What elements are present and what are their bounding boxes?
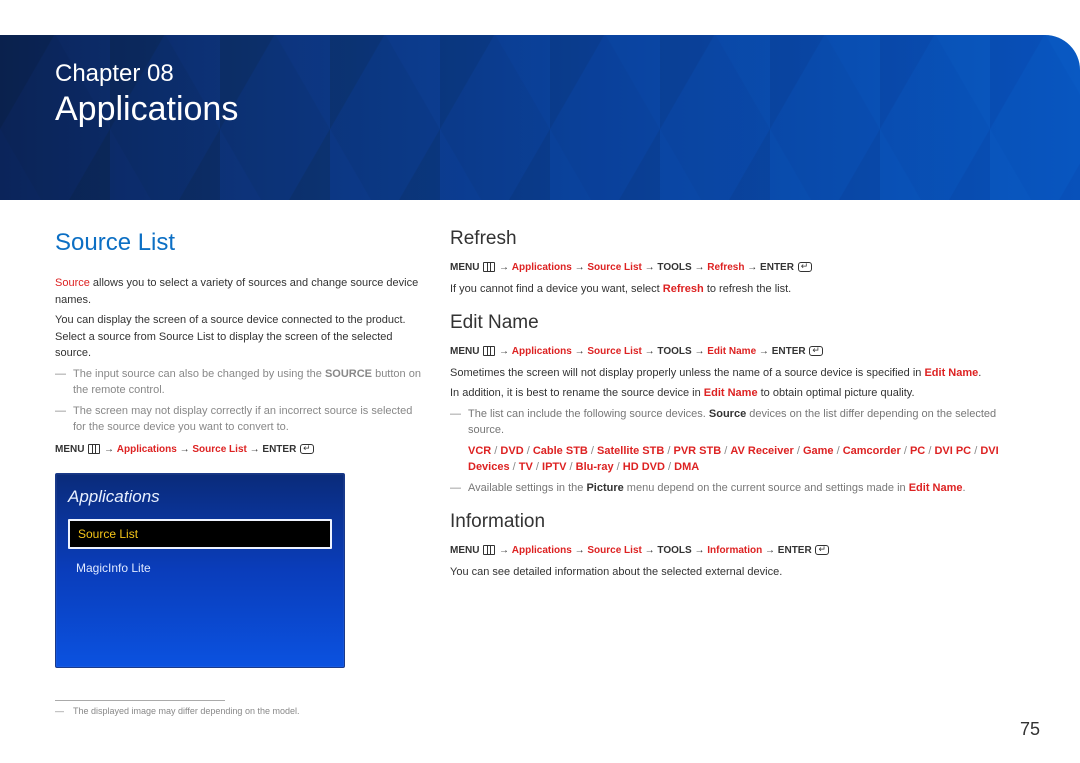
nav-path-edit-name: MENU → Applications → Source List → TOOL…	[450, 344, 1035, 359]
left-column: Source List Source allows you to select …	[55, 225, 425, 722]
chapter-label: Chapter 08	[55, 60, 238, 89]
heading-refresh: Refresh	[450, 225, 1035, 254]
source-description-2: You can display the screen of a source d…	[55, 312, 425, 362]
chapter-banner: Chapter 08 Applications	[0, 35, 1080, 200]
content-columns: Source List Source allows you to select …	[55, 225, 1035, 722]
footnote-rule	[55, 700, 225, 701]
enter-icon	[300, 444, 314, 454]
note-incorrect-source: The screen may not display correctly if …	[55, 403, 425, 436]
manual-page: Chapter 08 Applications Source List Sour…	[0, 0, 1080, 763]
enter-icon	[798, 262, 812, 272]
page-number: 75	[1020, 716, 1040, 743]
menu-icon	[483, 262, 495, 272]
menu-icon	[88, 444, 100, 454]
enter-icon	[815, 545, 829, 555]
editname-p1: Sometimes the screen will not display pr…	[450, 365, 1035, 382]
nav-path-information: MENU → Applications → Source List → TOOL…	[450, 543, 1035, 558]
editname-p2: In addition, it is best to rename the so…	[450, 385, 1035, 402]
footnote-image-differ: The displayed image may differ depending…	[55, 705, 425, 719]
osd-applications-panel: Applications Source List MagicInfo Lite	[55, 473, 345, 668]
nav-path-source-list: MENU → Applications → Source List → ENTE…	[55, 442, 425, 457]
note-input-source: The input source can also be changed by …	[55, 366, 425, 399]
editname-note-picture: Available settings in the Picture menu d…	[450, 480, 1035, 497]
heading-edit-name: Edit Name	[450, 309, 1035, 338]
section-title-source-list: Source List	[55, 225, 425, 261]
heading-information: Information	[450, 508, 1035, 537]
nav-path-refresh: MENU → Applications → Source List → TOOL…	[450, 260, 1035, 275]
information-description: You can see detailed information about t…	[450, 564, 1035, 581]
refresh-description: If you cannot find a device you want, se…	[450, 281, 1035, 298]
right-column: Refresh MENU → Applications → Source Lis…	[450, 225, 1035, 722]
osd-item-source-list: Source List	[68, 519, 332, 549]
chapter-title: Applications	[55, 89, 238, 130]
editname-note-devices: The list can include the following sourc…	[450, 406, 1035, 476]
device-list: VCR / DVD / Cable STB / Satellite STB / …	[468, 443, 1035, 476]
menu-icon	[483, 545, 495, 555]
osd-item-magicinfo-lite: MagicInfo Lite	[68, 553, 332, 583]
menu-icon	[483, 346, 495, 356]
source-keyword: Source	[55, 277, 90, 289]
source-description-1: Source allows you to select a variety of…	[55, 275, 425, 308]
enter-icon	[809, 346, 823, 356]
osd-title: Applications	[68, 484, 332, 510]
chapter-heading: Chapter 08 Applications	[55, 60, 238, 130]
